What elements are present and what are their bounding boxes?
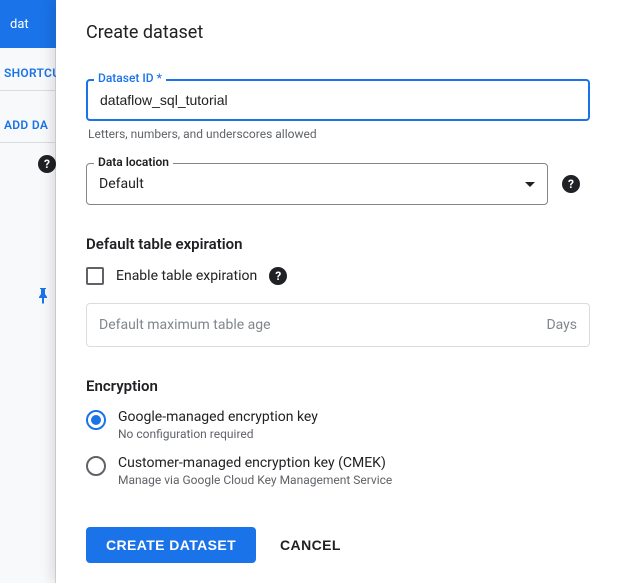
help-icon[interactable]: ? [38, 155, 56, 173]
sidebar-adddata-label: ADD DA [0, 108, 56, 143]
max-table-age-suffix: Days [546, 317, 577, 333]
data-location-label: Data location [94, 155, 173, 169]
encryption-option-sub: Manage via Google Cloud Key Management S… [118, 473, 392, 487]
expiration-section-title: Default table expiration [86, 235, 598, 253]
create-dataset-button[interactable]: CREATE DATASET [86, 527, 256, 563]
max-table-age-placeholder: Default maximum table age [99, 317, 271, 333]
help-icon[interactable]: ? [269, 267, 287, 285]
dialog-title: Create dataset [86, 22, 598, 43]
enable-expiration-checkbox[interactable] [86, 267, 104, 285]
help-icon[interactable]: ? [562, 175, 580, 193]
dataset-id-label: Dataset ID * [94, 71, 166, 85]
encryption-option-label: Customer-managed encryption key (CMEK) [118, 455, 392, 471]
data-location-value: Default [99, 176, 144, 192]
dataset-id-help: Letters, numbers, and underscores allowe… [88, 127, 598, 141]
encryption-section-title: Encryption [86, 377, 598, 395]
max-table-age-input: Default maximum table age Days [86, 303, 590, 347]
sidebar-shortcut-label: SHORTCU [0, 56, 56, 91]
background-topbar: dat [0, 0, 56, 48]
enable-expiration-label: Enable table expiration [116, 268, 257, 284]
chevron-down-icon [525, 182, 535, 187]
encryption-option-sub: No configuration required [118, 427, 318, 441]
encryption-radio-google[interactable] [86, 410, 106, 430]
create-dataset-dialog: Create dataset Dataset ID * Letters, num… [56, 0, 628, 583]
encryption-radio-cmek[interactable] [86, 456, 106, 476]
cancel-button[interactable]: CANCEL [280, 537, 341, 553]
data-location-select[interactable]: Default [86, 163, 548, 205]
pin-icon[interactable] [36, 288, 50, 308]
dataset-id-input[interactable] [86, 79, 590, 121]
app-title-fragment: dat [10, 17, 29, 32]
encryption-option-label: Google-managed encryption key [118, 409, 318, 425]
